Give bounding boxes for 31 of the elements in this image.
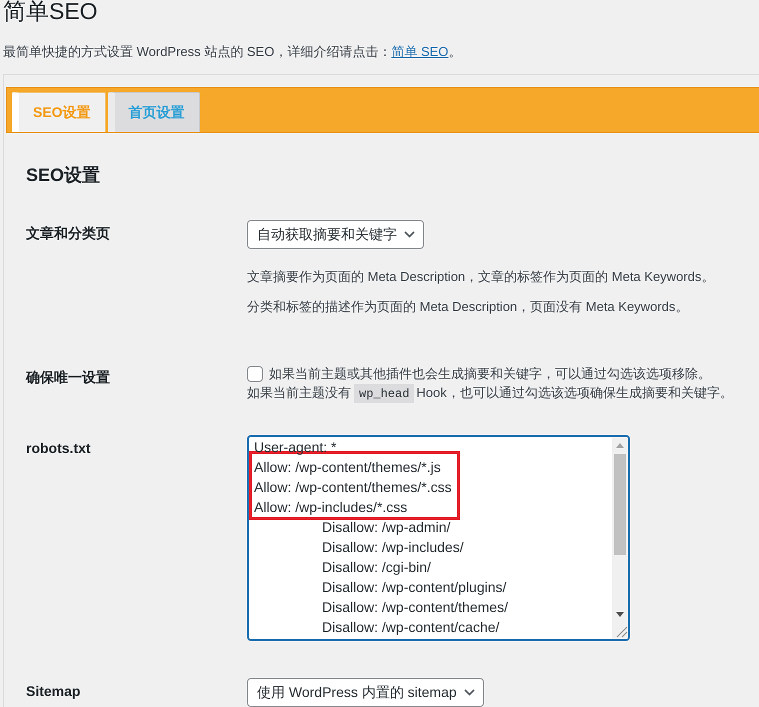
dropdown[interactable]: 使用 WordPress 内置的 sitemap xyxy=(247,678,484,707)
text-line: User-agent: * xyxy=(254,438,336,457)
field-description: 如果当前主题没有 wp_head Hook，也可以通过勾选该选项确保生成摘要和关键字。 xyxy=(247,383,733,404)
checkbox[interactable] xyxy=(247,366,263,382)
page-description: 最简单快捷的方式设置 WordPress 站点的 SEO，详细介绍请点击：简单 SEO。 xyxy=(3,43,462,61)
text-line: Allow: /wp-includes/*.css xyxy=(254,498,408,517)
textarea-field[interactable] xyxy=(247,435,630,641)
section-heading: SEO设置 xyxy=(26,164,100,187)
field-description: 分类和标签的描述作为页面的 Meta Description，页面没有 Meta Keywords。 xyxy=(247,298,688,316)
scroll-up-arrow-icon[interactable] xyxy=(616,443,624,448)
field-label: Sitemap xyxy=(26,682,80,701)
text-line: Allow: /wp-content/themes/*.js xyxy=(254,458,441,477)
dropdown[interactable]: 自动获取摘要和关键字 xyxy=(247,220,424,249)
chevron-down-icon xyxy=(464,689,475,696)
field-label: robots.txt xyxy=(26,439,91,458)
text-line: Disallow: /wp-content/themes/ xyxy=(321,598,508,617)
link[interactable]: 简单 SEO xyxy=(391,44,448,59)
chevron-down-icon xyxy=(404,231,415,238)
text-line: Disallow: /wp-includes/ xyxy=(321,538,464,557)
checkbox-label: 如果当前主题或其他插件也会生成摘要和关键字，可以通过勾选该选项移除。 xyxy=(269,365,711,383)
text-line: Disallow: /cgi-bin/ xyxy=(321,558,431,577)
scrollbar-thumb[interactable] xyxy=(614,454,626,555)
text-line: Allow: /wp-content/themes/*.css xyxy=(254,478,452,497)
field-description: 文章摘要作为页面的 Meta Description，文章的标签作为页面的 Meta Keywords。 xyxy=(247,268,714,286)
text-line: Disallow: /wp-content/plugins/ xyxy=(321,578,506,597)
page-title: 简单SEO xyxy=(3,0,98,26)
text-line: Disallow: /wp-admin/ xyxy=(321,518,450,537)
field-label: 确保唯一设置 xyxy=(26,368,110,387)
field-label: 文章和分类页 xyxy=(26,224,110,243)
scroll-down-arrow-icon[interactable] xyxy=(616,612,624,617)
text-line: Disallow: /wp-content/cache/ xyxy=(321,618,500,637)
